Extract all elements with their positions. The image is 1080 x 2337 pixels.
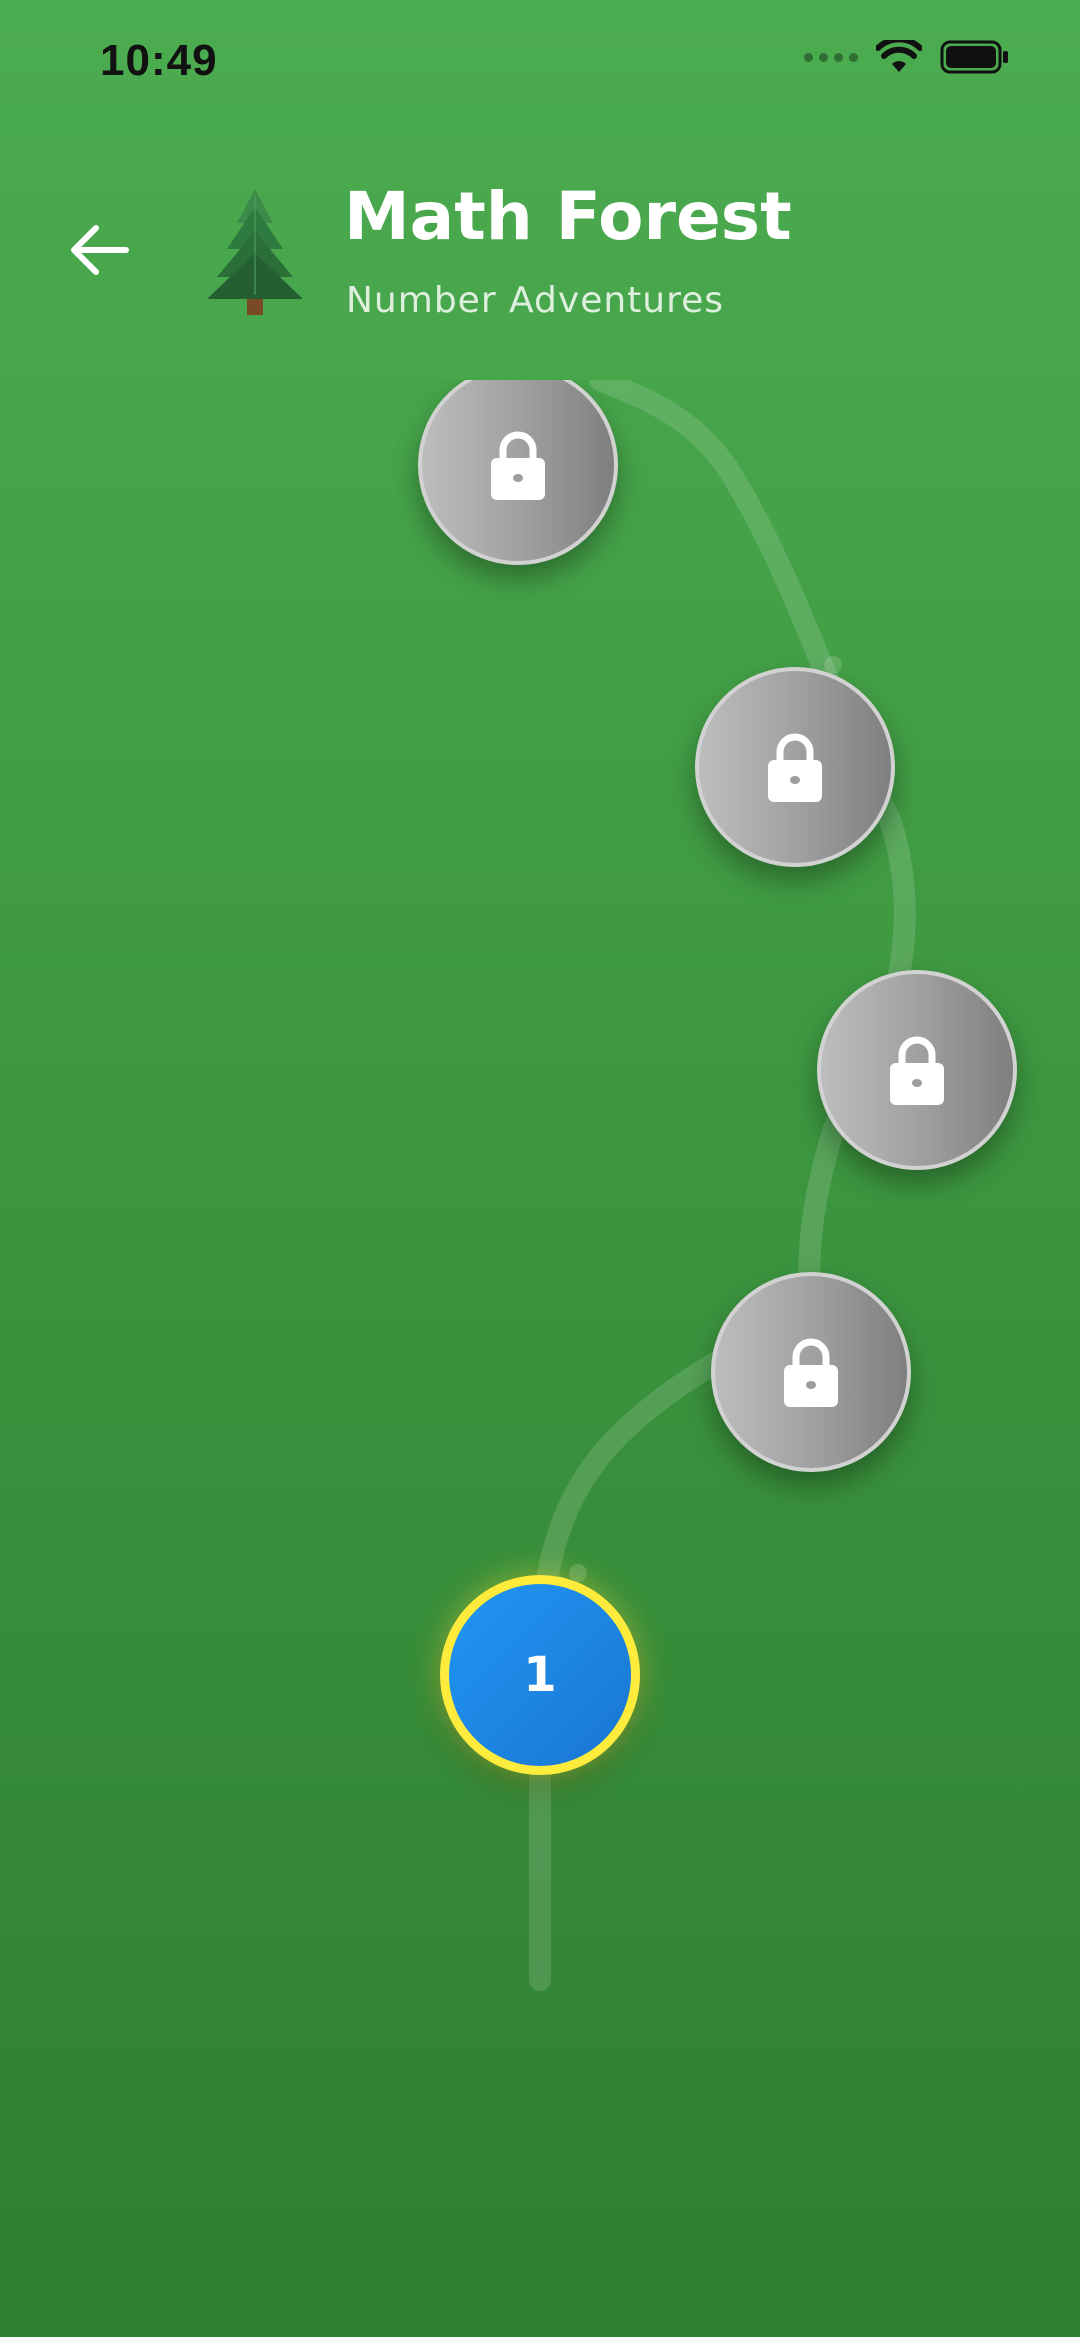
lock-icon bbox=[890, 1036, 944, 1105]
battery-icon bbox=[940, 40, 1008, 74]
cellular-signal-icon bbox=[804, 52, 858, 62]
lock-icon bbox=[784, 1338, 838, 1407]
page-title: Math Forest bbox=[344, 178, 792, 255]
header: Math Forest Number Adventures bbox=[0, 160, 1080, 360]
wifi-icon bbox=[876, 40, 922, 72]
arrow-left-icon bbox=[71, 225, 129, 275]
level-number: 1 bbox=[523, 1647, 557, 1703]
status-icons bbox=[804, 40, 1010, 74]
level-node-locked[interactable] bbox=[711, 1272, 911, 1472]
lock-icon bbox=[768, 733, 822, 802]
evergreen-tree-icon bbox=[207, 189, 303, 315]
level-map[interactable]: 1 bbox=[0, 380, 1080, 2000]
lock-icon bbox=[491, 431, 545, 500]
back-button[interactable] bbox=[60, 210, 140, 290]
status-bar: 10:49 bbox=[0, 0, 1080, 120]
level-node-locked[interactable] bbox=[695, 667, 895, 867]
status-time: 10:49 bbox=[100, 36, 218, 85]
level-node-current[interactable]: 1 bbox=[440, 1575, 640, 1775]
page-subtitle: Number Adventures bbox=[346, 280, 725, 321]
level-node-locked[interactable] bbox=[817, 970, 1017, 1170]
